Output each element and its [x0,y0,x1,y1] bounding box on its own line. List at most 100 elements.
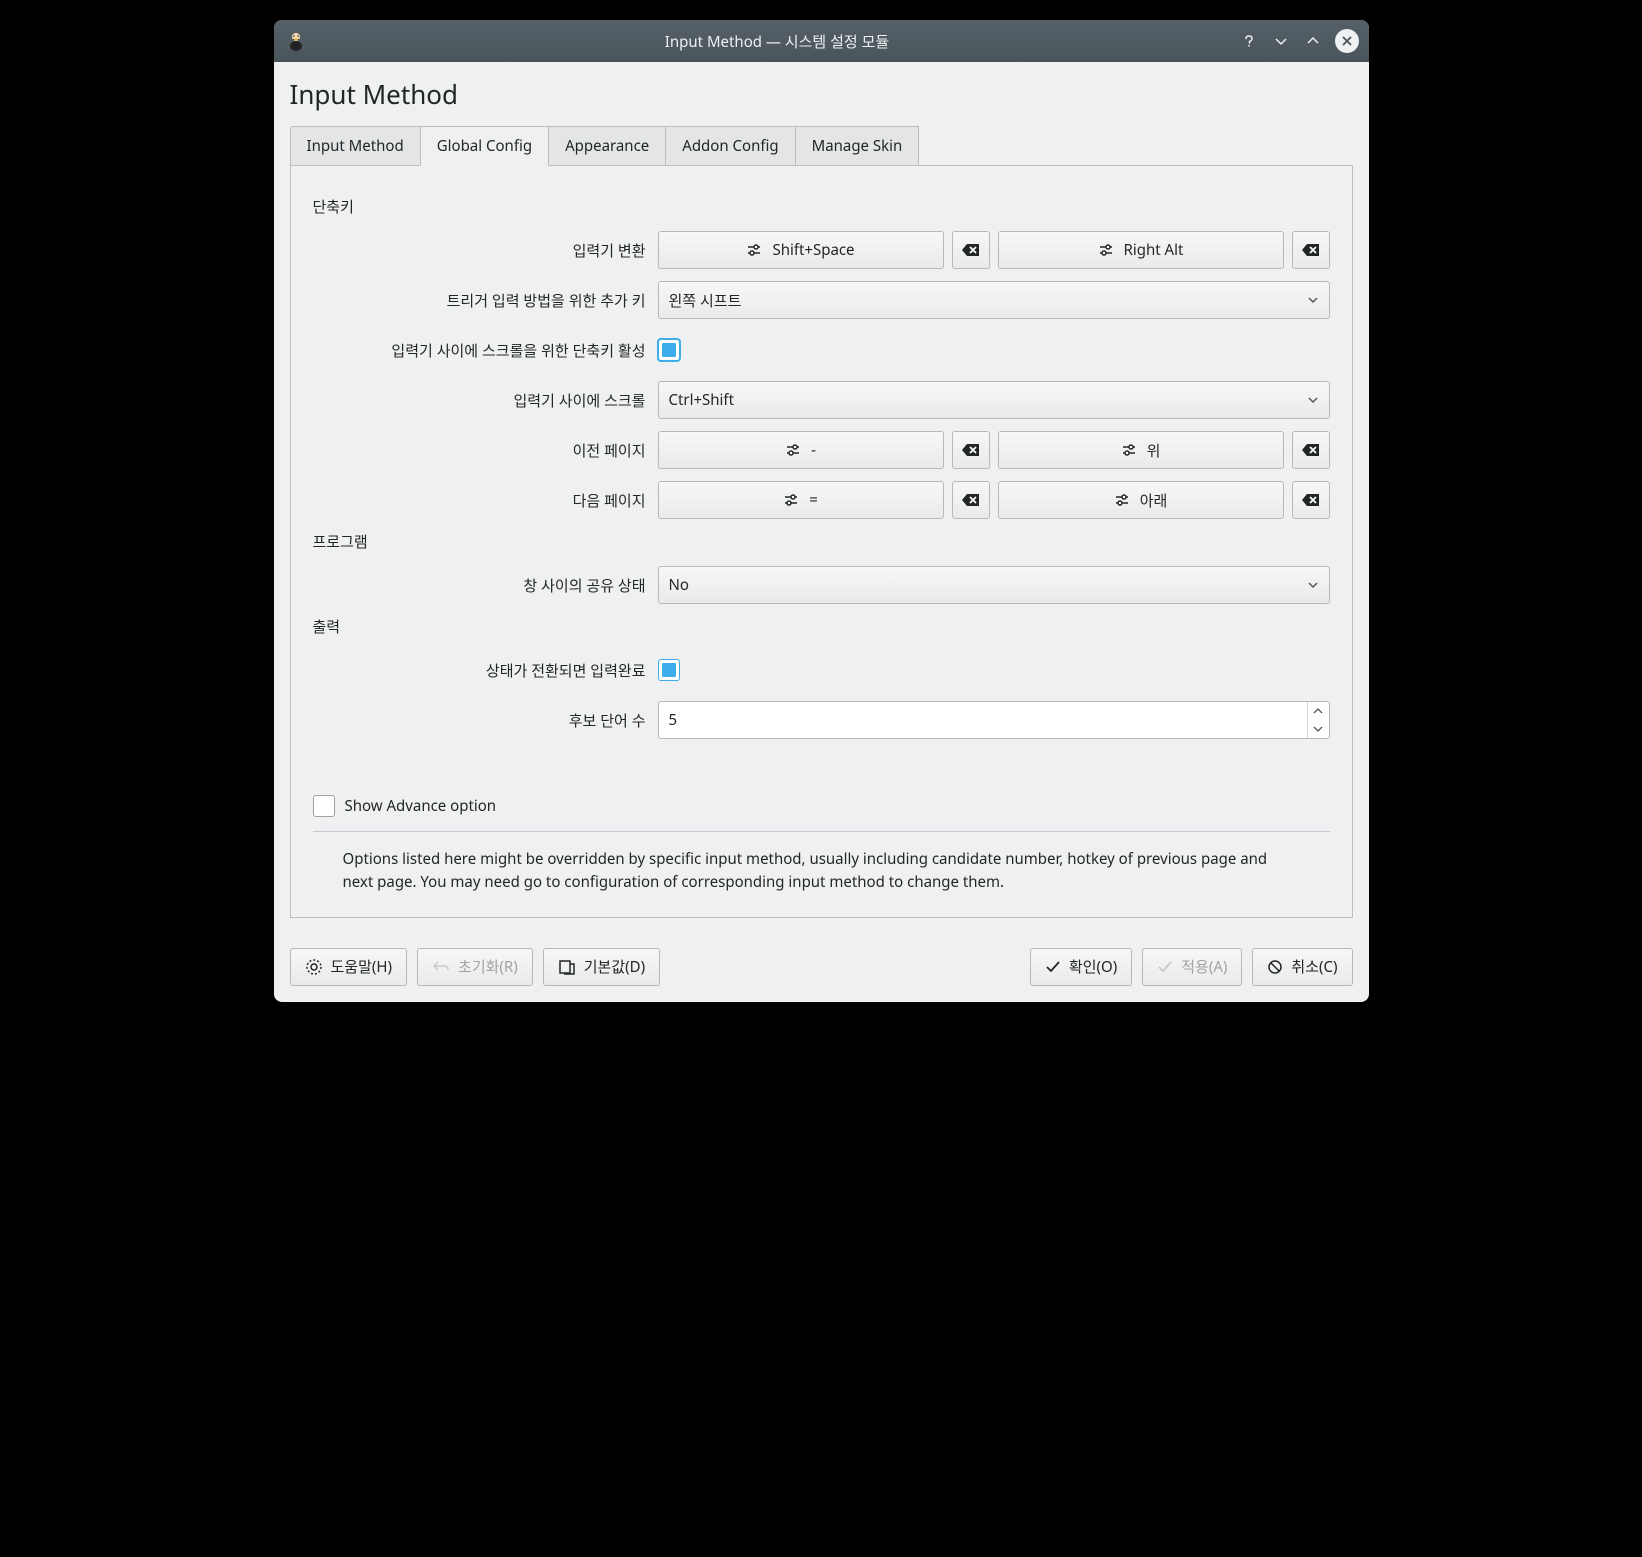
window-title: Input Method — 시스템 설정 모듈 [316,31,1239,52]
backspace-icon [961,442,981,458]
cancel-button[interactable]: 취소(C) [1252,948,1352,986]
show-advance-label: Show Advance option [345,796,497,816]
row-scroll-between: 입력기 사이에 스크롤 Ctrl+Shift [313,381,1330,419]
next-page-shortcut-2-label: 아래 [1140,490,1168,511]
scroll-between-value: Ctrl+Shift [669,390,1307,410]
spinbox-down[interactable] [1308,720,1329,738]
reset-label: 초기화(R) [458,956,518,977]
page-title: Input Method [290,76,1353,112]
help-button[interactable] [1239,31,1259,51]
trigger-shortcut-1-label: Shift+Space [772,240,854,260]
row-share-state: 창 사이의 공유 상태 No [313,566,1330,604]
cancel-icon [1267,959,1283,975]
sliders-icon [783,492,799,508]
apply-button: 적용(A) [1142,948,1242,986]
row-show-advance: Show Advance option [313,795,1330,817]
tab-bar: Input Method Global Config Appearance Ad… [290,126,1353,166]
trigger-shortcut-1[interactable]: Shift+Space [658,231,944,269]
ok-label: 확인(O) [1069,956,1117,977]
defaults-label: 기본값(D) [584,956,645,977]
next-page-shortcut-1[interactable]: = [658,481,944,519]
row-prev-page: 이전 페이지 - 위 [313,431,1330,469]
candidate-count-spinbox[interactable] [658,701,1330,739]
enable-scroll-checkbox[interactable] [658,339,680,361]
trigger-clear-1[interactable] [952,231,990,269]
next-page-clear-1[interactable] [952,481,990,519]
defaults-icon [558,958,576,976]
label-trigger: 입력기 변환 [313,240,658,261]
footer: 도움말(H) 초기화(R) 기본값(D) 확인(O) 적용(A) 취소(C) [274,934,1369,1002]
sliders-icon [746,242,762,258]
defaults-button[interactable]: 기본값(D) [543,948,660,986]
row-enable-scroll: 입력기 사이에 스크롤을 위한 단축키 활성 [313,331,1330,369]
sliders-icon [1098,242,1114,258]
label-extra-trigger: 트리거 입력 방법을 위한 추가 키 [313,290,658,311]
help-button[interactable]: 도움말(H) [290,948,408,986]
check-icon [1045,959,1061,975]
content-area: Input Method Input Method Global Config … [274,62,1369,934]
share-state-value: No [669,575,1307,595]
backspace-icon [1301,492,1321,508]
label-commit-on-toggle: 상태가 전환되면 입력완료 [313,660,658,681]
sliders-icon [785,442,801,458]
check-icon [1157,959,1173,975]
prev-page-shortcut-2[interactable]: 위 [998,431,1284,469]
scroll-between-combo[interactable]: Ctrl+Shift [658,381,1330,419]
cancel-label: 취소(C) [1291,956,1337,977]
undo-icon [432,958,450,976]
label-scroll-between: 입력기 사이에 스크롤 [313,390,658,411]
tab-manage-skin[interactable]: Manage Skin [795,126,920,165]
chevron-down-icon [1307,394,1319,406]
tab-input-method[interactable]: Input Method [290,126,421,165]
label-prev-page: 이전 페이지 [313,440,658,461]
ok-button[interactable]: 확인(O) [1030,948,1132,986]
chevron-down-icon [1307,579,1319,591]
chevron-down-icon [1307,294,1319,306]
extra-trigger-value: 왼쪽 시프트 [669,290,1307,311]
row-trigger: 입력기 변환 Shift+Space Right Alt [313,231,1330,269]
trigger-clear-2[interactable] [1292,231,1330,269]
section-hotkey: 단축키 [313,196,1330,217]
help-label: 도움말(H) [331,956,393,977]
next-page-shortcut-2[interactable]: 아래 [998,481,1284,519]
show-advance-checkbox[interactable] [313,795,335,817]
spinbox-up[interactable] [1308,702,1329,720]
sliders-icon [1114,492,1130,508]
app-icon [284,29,308,53]
global-config-panel: 단축키 입력기 변환 Shift+Space Right Alt [290,166,1353,918]
label-next-page: 다음 페이지 [313,490,658,511]
next-page-clear-2[interactable] [1292,481,1330,519]
prev-page-clear-1[interactable] [952,431,990,469]
row-candidate-count: 후보 단어 수 [313,701,1330,739]
trigger-shortcut-2-label: Right Alt [1124,240,1184,260]
commit-on-toggle-checkbox[interactable] [658,659,680,681]
divider [313,831,1330,832]
candidate-count-input[interactable] [659,710,1307,730]
tab-addon-config[interactable]: Addon Config [665,126,795,165]
help-icon [305,958,323,976]
apply-label: 적용(A) [1181,956,1227,977]
backspace-icon [961,492,981,508]
extra-trigger-combo[interactable]: 왼쪽 시프트 [658,281,1330,319]
close-button[interactable] [1335,29,1359,53]
reset-button: 초기화(R) [417,948,533,986]
backspace-icon [961,242,981,258]
settings-window: Input Method — 시스템 설정 모듈 Input Method In… [274,20,1369,1002]
backspace-icon [1301,242,1321,258]
prev-page-shortcut-1-label: - [811,440,816,460]
label-candidate-count: 후보 단어 수 [313,710,658,731]
next-page-shortcut-1-label: = [809,490,818,510]
label-enable-scroll: 입력기 사이에 스크롤을 위한 단축키 활성 [313,340,658,361]
minimize-button[interactable] [1271,31,1291,51]
row-commit-on-toggle: 상태가 전환되면 입력완료 [313,651,1330,689]
backspace-icon [1301,442,1321,458]
tab-appearance[interactable]: Appearance [548,126,666,165]
prev-page-shortcut-1[interactable]: - [658,431,944,469]
tab-global-config[interactable]: Global Config [420,126,549,166]
info-text: Options listed here might be overridden … [313,842,1330,899]
maximize-button[interactable] [1303,31,1323,51]
row-extra-trigger: 트리거 입력 방법을 위한 추가 키 왼쪽 시프트 [313,281,1330,319]
prev-page-clear-2[interactable] [1292,431,1330,469]
share-state-combo[interactable]: No [658,566,1330,604]
trigger-shortcut-2[interactable]: Right Alt [998,231,1284,269]
